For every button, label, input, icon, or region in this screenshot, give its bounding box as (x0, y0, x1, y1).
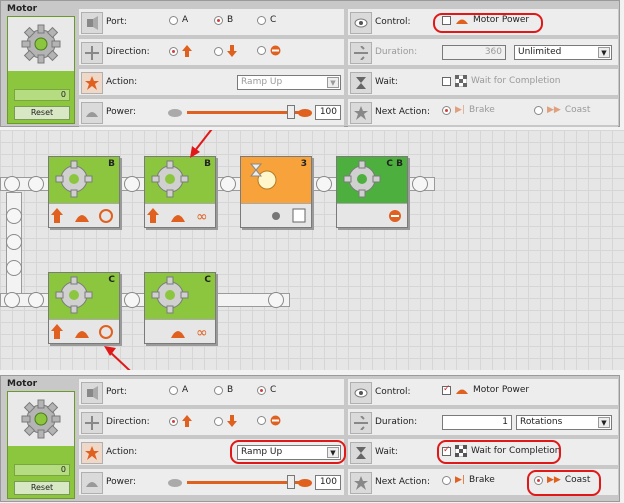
highlight-action (230, 440, 346, 464)
duration-icon (350, 42, 372, 64)
chevron-down-icon: ▼ (598, 47, 610, 58)
power-icon (81, 102, 103, 124)
gear-icon (21, 399, 61, 439)
eye-icon (350, 382, 372, 404)
arrow-up-icon (182, 415, 192, 427)
stop-icon (270, 415, 281, 426)
brake-radio[interactable]: ▶| Brake (442, 475, 495, 485)
slider-handle[interactable] (287, 475, 295, 489)
checkered-flag-icon (455, 75, 467, 87)
chevron-down-icon: ▼ (327, 77, 339, 88)
next-action-row: Next Action: ▶| Brake ▶▶ Coast (348, 99, 618, 127)
direction-forward-radio[interactable] (169, 45, 192, 57)
port-icon (81, 12, 103, 34)
fast-hare-icon (298, 109, 312, 117)
direction-backward-radio[interactable] (214, 415, 237, 427)
direction-stop-radio[interactable] (257, 415, 281, 426)
power-slider[interactable] (187, 481, 299, 484)
duration-input[interactable]: 360 (442, 45, 506, 60)
hourglass-icon (350, 442, 372, 464)
power-icon (81, 472, 103, 494)
arrow-down-icon (227, 45, 237, 57)
motor-block-preview: 0 Reset (7, 16, 75, 124)
action-icon (81, 72, 103, 94)
reset-button[interactable]: Reset (14, 481, 70, 495)
port-b-radio[interactable]: B (214, 385, 233, 395)
duration-row: Duration: 1 Rotations ▼ (348, 409, 618, 437)
port-c-radio[interactable]: C (257, 385, 276, 395)
port-icon (81, 382, 103, 404)
power-input[interactable]: 100 (315, 105, 341, 120)
power-row: Power: 100 (79, 469, 344, 497)
duration-icon (350, 412, 372, 434)
arrow-down-icon (227, 415, 237, 427)
eye-icon (350, 12, 372, 34)
direction-icon (81, 412, 103, 434)
direction-icon (81, 42, 103, 64)
port-a-radio[interactable]: A (169, 15, 188, 25)
motor-power-icon (456, 389, 468, 394)
power-slider[interactable] (187, 111, 299, 114)
direction-backward-radio[interactable] (214, 45, 237, 57)
motor-config-panel-bottom: Motor 0 Reset Port: A B C Direction: Act… (0, 375, 620, 502)
next-action-icon (350, 102, 372, 124)
stop-icon (270, 45, 281, 56)
port-row: Port: A B C (79, 9, 344, 37)
counter-display: 0 (14, 464, 70, 476)
fast-hare-icon (298, 479, 312, 487)
duration-unit-dropdown[interactable]: Rotations ▼ (516, 415, 612, 430)
duration-input[interactable]: 1 (442, 415, 512, 430)
reset-button[interactable]: Reset (14, 106, 70, 120)
counter-display: 0 (14, 89, 70, 101)
slow-turtle-icon (168, 479, 182, 487)
coast-radio[interactable]: ▶▶ Coast (534, 105, 590, 115)
duration-unit-dropdown[interactable]: Unlimited ▼ (514, 45, 612, 60)
motor-block-preview: 0 Reset (7, 391, 75, 499)
hourglass-icon (350, 72, 372, 94)
control-row: Control: Motor Power (348, 379, 618, 407)
action-row: Action: Ramp Up ▼ (79, 69, 344, 97)
port-c-radio[interactable]: C (257, 15, 276, 25)
port-a-radio[interactable]: A (169, 385, 188, 395)
direction-row: Direction: (79, 39, 344, 67)
direction-stop-radio[interactable] (257, 45, 281, 56)
duration-row: Duration: 360 Unlimited ▼ (348, 39, 618, 67)
panel-title: Motor (7, 4, 38, 14)
action-dropdown[interactable]: Ramp Up ▼ (237, 75, 341, 90)
annotation-arrows (104, 130, 213, 370)
motor-power-checkbox[interactable]: Motor Power (442, 384, 529, 395)
action-icon (81, 442, 103, 464)
slow-turtle-icon (168, 109, 182, 117)
highlight-coast (527, 470, 601, 496)
power-input[interactable]: 100 (315, 475, 341, 490)
wait-row: Wait: Wait for Completion (348, 69, 618, 97)
power-row: Power: 100 (79, 99, 344, 127)
port-b-radio[interactable]: B (214, 15, 233, 25)
arrow-up-icon (182, 45, 192, 57)
panel-title: Motor (7, 379, 38, 389)
wait-for-completion-checkbox[interactable]: Wait for Completion (442, 75, 561, 87)
brake-radio[interactable]: ▶| Brake (442, 105, 495, 115)
program-canvas: B B ∞ 3 C B C C ∞ (0, 130, 624, 370)
gear-icon (21, 24, 61, 64)
chevron-down-icon: ▼ (598, 417, 610, 428)
next-action-icon (350, 472, 372, 494)
slider-handle[interactable] (287, 105, 295, 119)
motor-config-panel-top: Motor 0 Reset Port: A B C Direction: Act… (0, 0, 620, 127)
port-row: Port: A B C (79, 379, 344, 407)
highlight-motor-power (433, 13, 543, 33)
direction-row: Direction: (79, 409, 344, 437)
highlight-wait (437, 440, 561, 464)
direction-forward-radio[interactable] (169, 415, 192, 427)
